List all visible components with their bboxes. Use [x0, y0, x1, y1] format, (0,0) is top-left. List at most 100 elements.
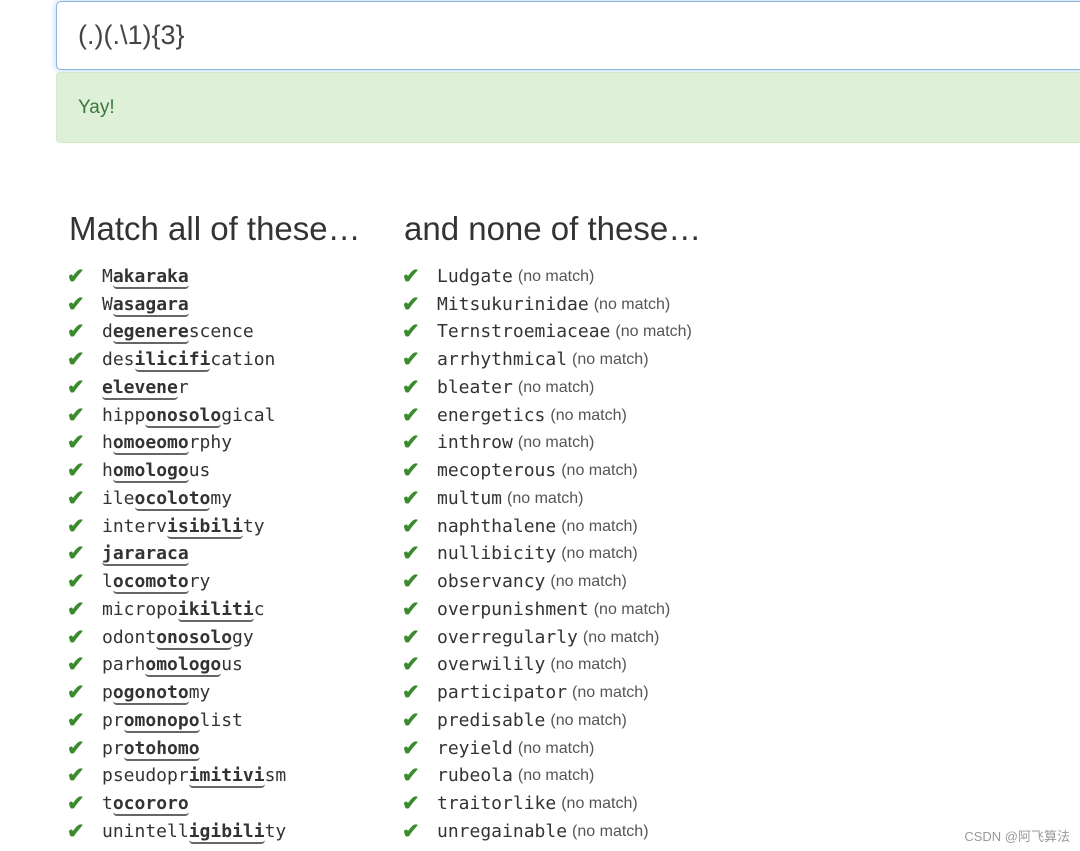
no-match-note: (no match)	[561, 517, 638, 535]
word-suffix: my	[210, 487, 233, 509]
nonmatch-word: reyield	[437, 737, 513, 759]
match-list-item: ✔ elevener	[67, 374, 286, 402]
check-icon: ✔	[67, 375, 85, 399]
status-message: Yay!	[56, 72, 1080, 143]
match-list-item: ✔ micropoikilitic	[67, 596, 286, 624]
word-prefix: pseudopr	[102, 765, 189, 787]
match-highlight: omologo	[145, 654, 222, 678]
nonmatch-list-item: ✔ overregularly (no match)	[402, 624, 692, 652]
nonmatch-list-item: ✔ participator (no match)	[402, 679, 692, 707]
nonmatch-list-item: ✔ Mitsukurinidae (no match)	[402, 291, 692, 319]
regex-input[interactable]	[56, 1, 1080, 70]
match-list-item: ✔ jararaca	[67, 541, 286, 569]
check-icon: ✔	[402, 542, 420, 566]
nonmatch-word: multum	[437, 487, 503, 509]
nonmatch-word: rubeola	[437, 765, 513, 787]
match-list-item: ✔ parhomologous	[67, 652, 286, 680]
match-highlight: ocororo	[112, 793, 189, 817]
match-list-item: ✔ ileocolotomy	[67, 485, 286, 513]
nonmatch-word: participator	[437, 682, 568, 704]
nonmatch-word: inthrow	[437, 432, 513, 454]
no-match-note: (no match)	[517, 434, 595, 452]
no-match-note: (no match)	[561, 462, 638, 480]
no-match-note: (no match)	[517, 267, 595, 285]
no-match-note: (no match)	[517, 739, 595, 757]
match-highlight: imitivi	[188, 765, 265, 789]
match-highlight: ilicifi	[134, 349, 211, 373]
check-icon: ✔	[67, 320, 85, 344]
word-prefix: t	[102, 793, 113, 815]
word-prefix: unintell	[102, 820, 189, 842]
nonmatch-heading: and none of these…	[404, 210, 702, 247]
word-suffix: r	[177, 376, 189, 398]
word-prefix: h	[102, 460, 113, 482]
match-highlight: omoeomo	[112, 432, 189, 456]
match-word: homologous	[102, 457, 210, 485]
match-word: odontonosology	[102, 624, 254, 652]
word-suffix: c	[253, 598, 265, 620]
match-highlight: egenere	[112, 321, 189, 345]
no-match-note: (no match)	[517, 378, 595, 396]
match-highlight: ocomoto	[112, 571, 189, 595]
nonmatch-word: mecopterous	[437, 460, 557, 482]
nonmatch-word: Ternstroemiaceae	[437, 321, 611, 343]
nonmatch-word: unregainable	[437, 820, 568, 842]
check-icon: ✔	[402, 792, 420, 816]
match-highlight: omonopo	[123, 709, 200, 733]
no-match-note: (no match)	[582, 628, 660, 646]
check-icon: ✔	[67, 264, 85, 288]
word-suffix: ry	[188, 571, 211, 593]
nonmatch-word: traitorlike	[437, 793, 557, 815]
match-highlight: jararaca	[102, 543, 189, 567]
match-word: Makaraka	[102, 263, 189, 291]
check-icon: ✔	[402, 570, 420, 594]
word-suffix: sm	[264, 765, 287, 787]
word-suffix: ty	[264, 820, 287, 842]
no-match-note: (no match)	[572, 684, 649, 702]
match-list-item: ✔ hipponosological	[67, 402, 286, 430]
nonmatch-word: Mitsukurinidae	[437, 293, 589, 315]
match-list-item: ✔ homologous	[67, 457, 286, 485]
nonmatch-list-item: ✔ arrhythmical (no match)	[402, 346, 692, 374]
match-word: parhomologous	[102, 651, 243, 679]
nonmatch-list-item: ✔ nullibicity (no match)	[402, 541, 692, 569]
check-icon: ✔	[402, 264, 420, 288]
check-icon: ✔	[402, 375, 420, 399]
check-icon: ✔	[402, 597, 420, 621]
match-list-item: ✔ intervisibility	[67, 513, 286, 541]
word-suffix: rphy	[188, 432, 233, 454]
match-word: desilicification	[102, 346, 275, 374]
match-word: jararaca	[102, 540, 189, 568]
word-prefix: ile	[102, 487, 135, 509]
match-highlight: onosolo	[145, 404, 222, 428]
match-highlight: ogonoto	[112, 682, 189, 706]
match-list-item: ✔ homoeomorphy	[67, 430, 286, 458]
check-icon: ✔	[67, 819, 85, 843]
match-list: ✔ Makaraka ✔ Wasagara ✔ degenerescence ✔ desili…	[67, 263, 286, 846]
nonmatch-list-item: ✔ overpunishment (no match)	[402, 596, 692, 624]
word-prefix: parh	[102, 654, 146, 676]
check-icon: ✔	[67, 431, 85, 455]
match-word: protohomo	[102, 735, 200, 763]
nonmatch-word: observancy	[437, 571, 546, 593]
word-suffix: us	[188, 460, 211, 482]
nonmatch-word: arrhythmical	[437, 349, 568, 371]
match-list-item: ✔ unintelligibility	[67, 818, 286, 846]
no-match-note: (no match)	[550, 656, 627, 674]
match-word: locomotory	[102, 568, 210, 596]
word-suffix: gy	[232, 626, 254, 648]
match-highlight: asagara	[112, 293, 189, 317]
check-icon: ✔	[402, 348, 420, 372]
check-icon: ✔	[402, 486, 420, 510]
nonmatch-list-item: ✔ naphthalene (no match)	[402, 513, 692, 541]
check-icon: ✔	[67, 625, 85, 649]
nonmatch-word: Ludgate	[437, 265, 513, 287]
nonmatch-word: overpunishment	[437, 598, 589, 620]
word-prefix: hipp	[102, 404, 146, 426]
match-list-item: ✔ protohomo	[67, 735, 286, 763]
check-icon: ✔	[67, 486, 85, 510]
nonmatch-list-item: ✔ predisable (no match)	[402, 707, 692, 735]
match-heading: Match all of these…	[69, 210, 361, 247]
word-suffix: ty	[242, 515, 265, 537]
match-list-item: ✔ locomotory	[67, 568, 286, 596]
